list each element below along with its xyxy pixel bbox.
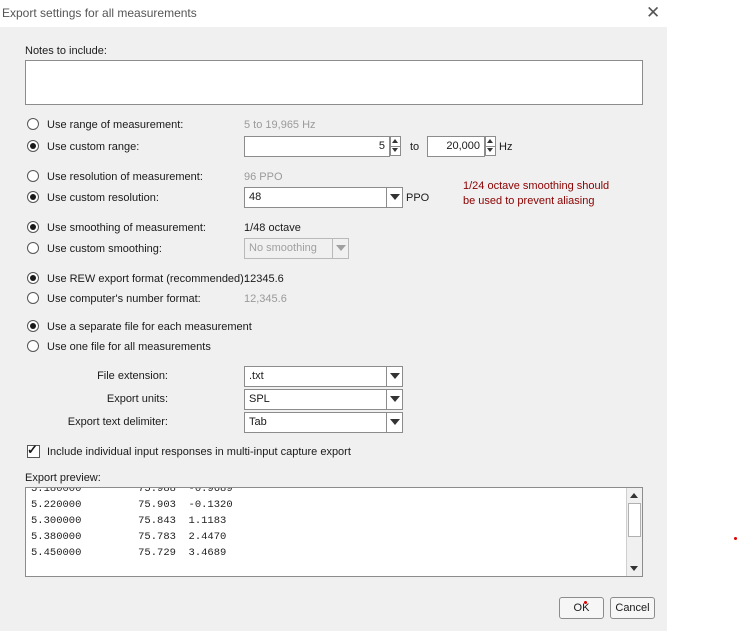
ok-button[interactable]: OK xyxy=(559,597,604,619)
title-bar: Export settings for all measurements ✕ xyxy=(0,0,667,27)
file-extension-combo[interactable]: .txt xyxy=(244,366,403,387)
delimiter-combo[interactable]: Tab xyxy=(244,412,403,433)
export-units-label: Export units: xyxy=(106,393,168,405)
preview-scrollbar[interactable] xyxy=(626,488,642,576)
smoothing-measurement-value: 1/48 octave xyxy=(244,222,301,234)
range-measurement-radio[interactable] xyxy=(27,118,39,130)
preview-row: 5.450000 75.729 3.4689 xyxy=(31,547,227,559)
close-icon[interactable]: ✕ xyxy=(646,4,660,21)
range-from-field[interactable]: 5 xyxy=(244,136,390,157)
checkmark-icon: ✓ xyxy=(27,442,38,457)
spin-down-icon[interactable] xyxy=(391,146,400,155)
resolution-unit: PPO xyxy=(406,192,430,204)
export-settings-dialog: Export settings for all measurements ✕ N… xyxy=(0,0,667,631)
smoothing-measurement-label: Use smoothing of measurement: xyxy=(47,222,206,234)
range-from-value: 5 xyxy=(378,140,385,152)
delimiter-value: Tab xyxy=(249,416,267,428)
cursor-dot xyxy=(734,537,737,540)
format-computer-radio[interactable] xyxy=(27,292,39,304)
range-custom-radio[interactable] xyxy=(27,140,39,152)
range-measurement-value: 5 to 19,965 Hz xyxy=(244,119,316,131)
preview-row: 5.180000 75.988 -0.9689 xyxy=(31,487,233,495)
export-units-value: SPL xyxy=(249,393,270,405)
format-computer-label: Use computer's number format: xyxy=(47,293,201,305)
chevron-down-icon[interactable] xyxy=(386,390,402,409)
spin-down-icon[interactable] xyxy=(486,146,495,155)
smoothing-custom-radio[interactable] xyxy=(27,242,39,254)
resolution-measurement-value: 96 PPO xyxy=(244,171,283,183)
file-extension-label: File extension: xyxy=(97,370,168,382)
notes-textarea[interactable] xyxy=(25,60,643,105)
export-preview[interactable]: 5.180000 75.988 -0.9689 5.220000 75.903 … xyxy=(25,487,643,577)
format-rew-radio[interactable] xyxy=(27,272,39,284)
smoothing-measurement-radio[interactable] xyxy=(27,221,39,233)
preview-label: Export preview: xyxy=(25,472,101,484)
window-title: Export settings for all measurements xyxy=(2,6,197,20)
range-to-field[interactable]: 20,000 xyxy=(427,136,485,157)
range-unit: Hz xyxy=(499,141,513,153)
include-inputs-checkbox[interactable]: ✓ xyxy=(27,442,40,458)
preview-row: 5.380000 75.783 2.4470 xyxy=(31,531,227,543)
separate-file-label: Use a separate file for each measurement xyxy=(47,321,252,333)
notes-label: Notes to include: xyxy=(25,45,107,57)
cancel-button[interactable]: Cancel xyxy=(610,597,655,619)
chevron-down-icon[interactable] xyxy=(386,413,402,432)
preview-row: 5.300000 75.843 1.1183 xyxy=(31,515,227,527)
preview-row: 5.220000 75.903 -0.1320 xyxy=(31,499,233,511)
separate-file-radio[interactable] xyxy=(27,320,39,332)
range-custom-label: Use custom range: xyxy=(47,141,140,153)
format-computer-value: 12,345.6 xyxy=(244,293,287,305)
smoothing-combo-value: No smoothing xyxy=(249,242,317,254)
aliasing-warning: 1/24 octave smoothing should be used to … xyxy=(463,179,609,209)
scroll-down-icon[interactable] xyxy=(628,562,641,575)
chevron-down-icon[interactable] xyxy=(386,188,402,207)
smoothing-combo[interactable]: No smoothing xyxy=(244,238,349,259)
format-rew-value: 12345.6 xyxy=(244,273,284,285)
cursor-dot xyxy=(584,601,587,604)
one-file-label: Use one file for all measurements xyxy=(47,341,211,353)
aliasing-warning-line2: be used to prevent aliasing xyxy=(463,195,595,207)
export-units-combo[interactable]: SPL xyxy=(244,389,403,410)
smoothing-custom-label: Use custom smoothing: xyxy=(47,243,162,255)
range-to-label: to xyxy=(410,141,420,153)
file-extension-value: .txt xyxy=(249,370,264,382)
chevron-down-icon[interactable] xyxy=(332,239,348,258)
format-rew-label: Use REW export format (recommended): xyxy=(47,273,247,285)
aliasing-warning-line1: 1/24 octave smoothing should xyxy=(463,180,610,192)
range-to-value: 20,000 xyxy=(446,140,480,152)
range-from-spinner[interactable] xyxy=(390,136,401,156)
resolution-custom-label: Use custom resolution: xyxy=(47,192,159,204)
scroll-up-icon[interactable] xyxy=(628,489,641,502)
scrollbar-thumb[interactable] xyxy=(628,503,641,537)
range-measurement-label: Use range of measurement: xyxy=(47,119,184,131)
resolution-measurement-label: Use resolution of measurement: xyxy=(47,171,203,183)
range-to-spinner[interactable] xyxy=(485,136,496,156)
one-file-radio[interactable] xyxy=(27,340,39,352)
chevron-down-icon[interactable] xyxy=(386,367,402,386)
resolution-combo[interactable]: 48 xyxy=(244,187,403,208)
delimiter-label: Export text delimiter: xyxy=(67,416,168,428)
resolution-custom-radio[interactable] xyxy=(27,191,39,203)
resolution-measurement-radio[interactable] xyxy=(27,170,39,182)
include-inputs-label: Include individual input responses in mu… xyxy=(47,446,351,458)
resolution-combo-value: 48 xyxy=(249,191,262,203)
